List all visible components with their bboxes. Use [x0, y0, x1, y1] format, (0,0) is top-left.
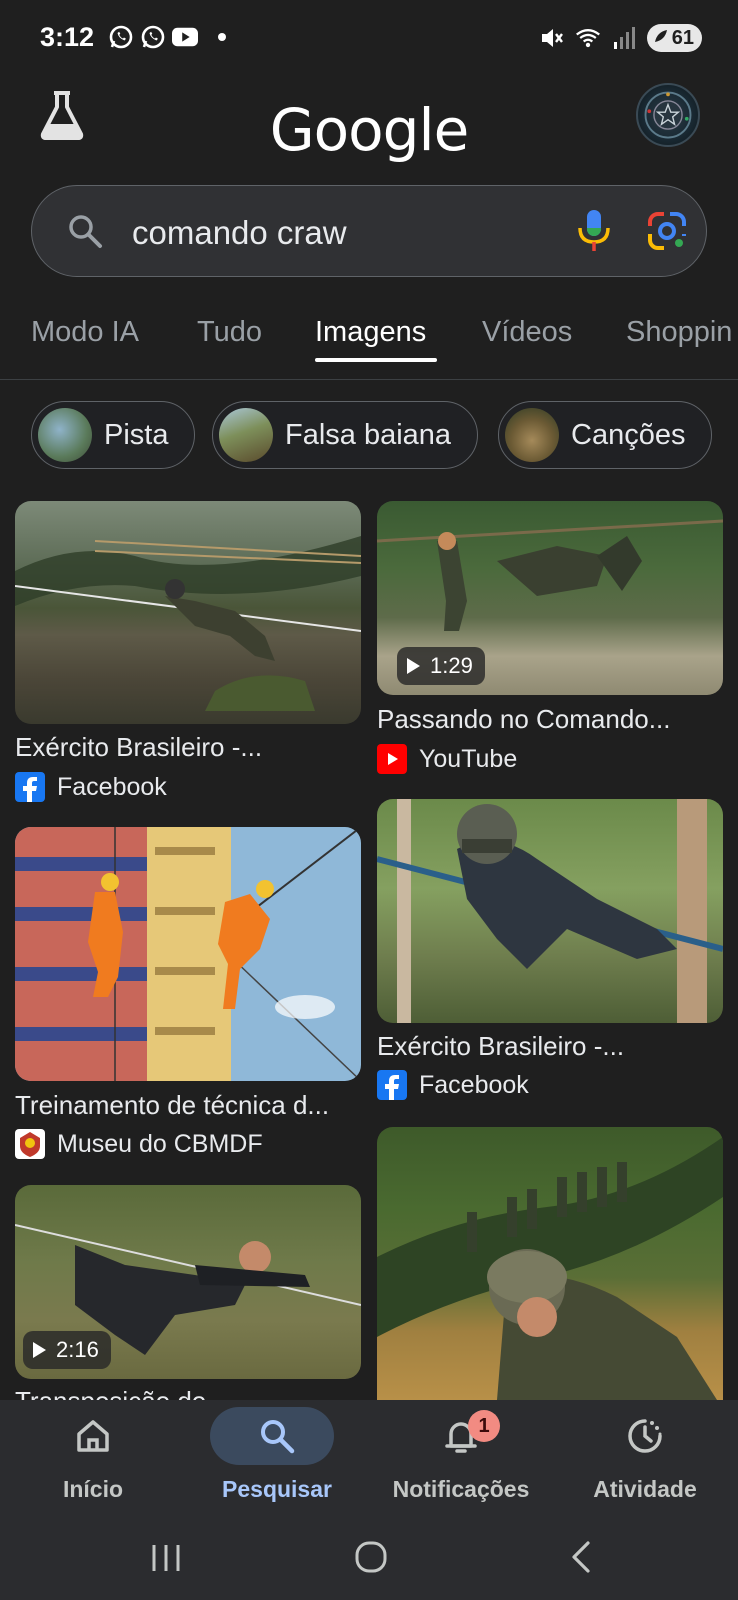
duration-label: 1:29	[430, 653, 473, 678]
chip-thumbnail	[219, 408, 273, 462]
result-title[interactable]: Exército Brasileiro -...	[377, 1031, 723, 1062]
notification-badge: 1	[468, 1410, 500, 1442]
result-title[interactable]: Exército Brasileiro -...	[15, 732, 361, 763]
facebook-icon	[15, 772, 45, 802]
tab-tudo[interactable]: Tudo	[197, 316, 262, 349]
lens-icon[interactable]	[646, 210, 688, 252]
search-icon	[66, 212, 104, 250]
youtube-icon	[172, 24, 198, 50]
result-image[interactable]	[15, 827, 361, 1081]
nav-inicio[interactable]: Início	[8, 1400, 178, 1520]
tab-videos[interactable]: Vídeos	[482, 316, 572, 349]
home-button-icon[interactable]	[354, 1540, 388, 1579]
profile-avatar[interactable]	[636, 83, 700, 147]
video-duration: 2:16	[23, 1331, 111, 1369]
home-icon	[73, 1416, 113, 1456]
search-input[interactable]: comando craw	[132, 214, 347, 252]
battery-icon	[653, 27, 669, 50]
more-notifications-dot	[218, 33, 226, 41]
wifi-icon	[575, 25, 601, 51]
recents-icon[interactable]	[148, 1542, 184, 1579]
chip-pista[interactable]: Pista	[31, 401, 196, 469]
result-source-label: Facebook	[419, 1070, 529, 1099]
duration-label: 2:16	[56, 1337, 99, 1362]
chip-label: Pista	[104, 418, 169, 451]
chip-label: Falsa baiana	[285, 418, 452, 451]
search-bar[interactable]: comando craw	[31, 185, 707, 277]
result-source: YouTube	[377, 744, 517, 774]
notification-icons	[108, 24, 226, 50]
tab-shopping[interactable]: Shoppin	[626, 316, 732, 349]
result-source: Facebook	[15, 772, 167, 802]
nav-label: Pesquisar	[222, 1476, 332, 1502]
nav-label: Notificações	[392, 1476, 530, 1502]
battery-indicator: 61	[646, 24, 702, 52]
result-image[interactable]: 2:16	[15, 1185, 361, 1379]
youtube-icon	[377, 744, 407, 774]
result-title[interactable]: Transposição do	[15, 1386, 361, 1400]
signal-icon	[611, 25, 637, 51]
nav-label: Atividade	[593, 1476, 697, 1502]
play-icon	[407, 658, 420, 674]
chip-falsa-baiana[interactable]: Falsa baiana	[212, 401, 479, 469]
status-time: 3:12	[40, 22, 95, 52]
mic-icon[interactable]	[574, 208, 614, 254]
cbmdf-icon	[15, 1129, 45, 1159]
bottom-navigation: Início Pesquisar 1 Notificações Atividad…	[0, 1400, 738, 1520]
video-duration: 1:29	[397, 647, 485, 685]
result-image[interactable]	[377, 1127, 723, 1400]
result-image[interactable]	[377, 799, 723, 1023]
result-image[interactable]	[15, 501, 361, 724]
tab-modo-ia[interactable]: Modo IA	[31, 316, 139, 349]
status-bar: 3:12 61	[0, 0, 738, 80]
nav-notificacoes[interactable]: 1 Notificações	[376, 1400, 546, 1520]
result-source-label: Museu do CBMDF	[57, 1129, 263, 1158]
result-source-label: YouTube	[419, 744, 518, 773]
nav-atividade[interactable]: Atividade	[560, 1400, 730, 1520]
search-tabs: Modo IA Tudo Imagens Vídeos Shoppin	[0, 310, 738, 380]
result-title[interactable]: Treinamento de técnica d...	[15, 1090, 361, 1121]
activity-icon	[625, 1416, 665, 1456]
result-title[interactable]: Passando no Comando...	[377, 704, 723, 735]
nav-label: Início	[62, 1476, 124, 1502]
chip-thumbnail	[505, 408, 559, 462]
result-image[interactable]: 1:29	[377, 501, 723, 695]
chip-label: Canções	[571, 418, 686, 451]
whatsapp-icon	[140, 24, 166, 50]
search-icon	[257, 1416, 297, 1456]
back-icon[interactable]	[568, 1540, 594, 1579]
chip-cancoes[interactable]: Canções	[498, 401, 713, 469]
result-source: Facebook	[377, 1070, 529, 1100]
tab-imagens[interactable]: Imagens	[315, 316, 426, 349]
play-icon	[33, 1342, 46, 1358]
result-source-label: Facebook	[57, 772, 167, 801]
chip-thumbnail	[38, 408, 92, 462]
system-icons: 61	[539, 24, 702, 52]
system-navigation-bar	[0, 1520, 738, 1600]
active-tab-indicator	[315, 358, 437, 362]
nav-pesquisar[interactable]: Pesquisar	[192, 1400, 362, 1520]
mute-icon	[539, 25, 565, 51]
google-logo: Google	[269, 96, 470, 164]
facebook-icon	[377, 1070, 407, 1100]
whatsapp-icon	[108, 24, 134, 50]
battery-level: 61	[671, 26, 694, 49]
result-source: Museu do CBMDF	[15, 1129, 263, 1159]
